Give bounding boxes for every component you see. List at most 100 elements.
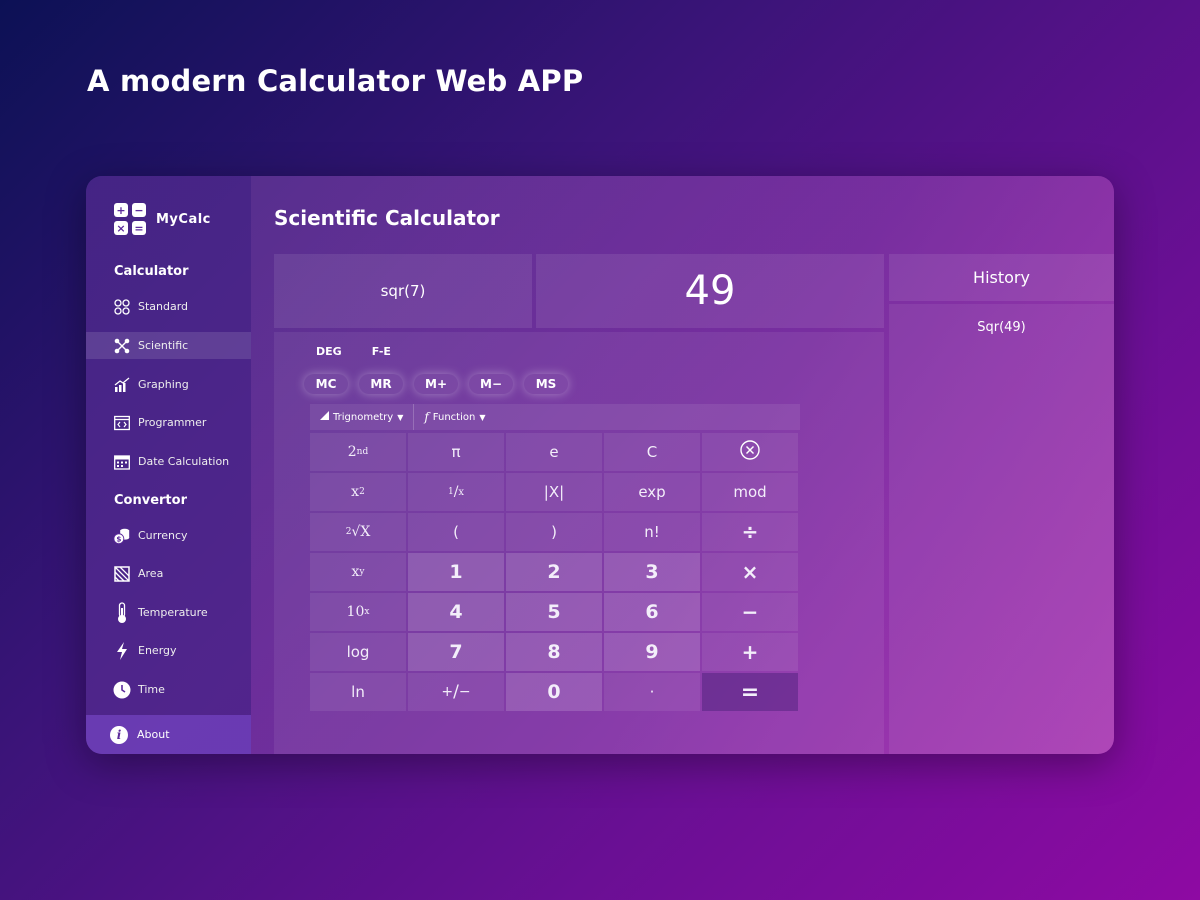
clock-icon xyxy=(113,681,131,699)
mod-key[interactable]: mod xyxy=(702,473,798,511)
keypad-panel: DEG F-E MC MR M+ M− MS Trignometry ▼ f F… xyxy=(274,332,884,754)
brand-name: MyCalc xyxy=(156,211,211,227)
sidebar-item-date-calculation[interactable]: Date Calculation xyxy=(86,448,251,475)
sqrt-key[interactable]: 2 √X xyxy=(310,513,406,551)
exp-key[interactable]: exp xyxy=(604,473,700,511)
calculator-heading: Calculator xyxy=(114,264,189,279)
multiply-key[interactable]: × xyxy=(702,553,798,591)
sidebar-item-scientific[interactable]: Scientific xyxy=(86,332,251,359)
sidebar-item-temperature[interactable]: Temperature xyxy=(86,599,251,626)
sidebar-item-label: Currency xyxy=(138,529,188,542)
close-paren-key[interactable]: ) xyxy=(506,513,602,551)
sidebar-item-about[interactable]: i About xyxy=(86,715,251,754)
area-icon xyxy=(113,565,131,583)
brand[interactable]: + − × = MyCalc xyxy=(114,203,211,235)
calculator-app: + − × = MyCalc Calculator Standard Scien… xyxy=(86,176,1114,754)
function-dropdown[interactable]: f Function ▼ xyxy=(413,404,495,430)
digit-4-key[interactable]: 4 xyxy=(408,593,504,631)
deg-toggle[interactable]: DEG xyxy=(316,345,342,358)
scientific-icon xyxy=(113,337,131,355)
trignometry-label: Trignometry xyxy=(333,411,394,423)
ten-power-key[interactable]: 10 x xyxy=(310,593,406,631)
mycalc-logo-icon: + − × = xyxy=(114,203,146,235)
standard-icon xyxy=(113,298,131,316)
m-minus-button[interactable]: M− xyxy=(469,374,513,394)
calculator-title: Scientific Calculator xyxy=(274,206,500,230)
plus-key[interactable]: + xyxy=(702,633,798,671)
fe-toggle[interactable]: F-E xyxy=(372,345,391,358)
equals-key[interactable]: = xyxy=(702,673,798,711)
sidebar-item-graphing[interactable]: Graphing xyxy=(86,371,251,398)
sidebar-item-label: About xyxy=(137,728,170,741)
convertor-heading: Convertor xyxy=(114,493,187,508)
graphing-icon xyxy=(113,376,131,394)
digit-6-key[interactable]: 6 xyxy=(604,593,700,631)
function-bar: Trignometry ▼ f Function ▼ xyxy=(310,404,800,430)
ms-button[interactable]: MS xyxy=(524,374,568,394)
sidebar-item-label: Scientific xyxy=(138,339,189,352)
page-title: A modern Calculator Web APP xyxy=(87,64,584,98)
sidebar-item-label: Graphing xyxy=(138,378,189,391)
lightning-icon xyxy=(113,641,131,660)
logo-plus: + xyxy=(114,203,128,217)
sidebar-item-label: Area xyxy=(138,567,164,580)
sidebar-item-label: Standard xyxy=(138,300,189,313)
backspace-icon xyxy=(740,440,760,464)
ln-key[interactable]: ln xyxy=(310,673,406,711)
digit-2-key[interactable]: 2 xyxy=(506,553,602,591)
reciprocal-key[interactable]: 1/x xyxy=(408,473,504,511)
logo-equals: = xyxy=(132,221,146,235)
mr-button[interactable]: MR xyxy=(359,374,403,394)
pi-key[interactable]: π xyxy=(408,433,504,471)
mc-button[interactable]: MC xyxy=(304,374,348,394)
result-display: 49 xyxy=(536,254,884,328)
digit-0-key[interactable]: 0 xyxy=(506,673,602,711)
chevron-down-icon: ▼ xyxy=(479,412,486,422)
triangle-icon xyxy=(320,411,329,423)
sidebar-item-time[interactable]: Time xyxy=(86,676,251,703)
m-plus-button[interactable]: M+ xyxy=(414,374,458,394)
decimal-key[interactable]: · xyxy=(604,673,700,711)
mode-row: DEG F-E xyxy=(316,345,391,358)
logo-times: × xyxy=(114,221,128,235)
keypad: 2nd π e C x2 1/x |X| exp mod 2 √X ( ) n! … xyxy=(310,433,800,711)
digit-8-key[interactable]: 8 xyxy=(506,633,602,671)
logo-minus: − xyxy=(132,203,146,217)
programmer-icon xyxy=(113,414,131,432)
expression-display: sqr(7) xyxy=(274,254,532,328)
digit-9-key[interactable]: 9 xyxy=(604,633,700,671)
chevron-down-icon: ▼ xyxy=(397,412,404,422)
sidebar-item-area[interactable]: Area xyxy=(86,560,251,587)
currency-icon: $ xyxy=(113,527,131,545)
digit-1-key[interactable]: 1 xyxy=(408,553,504,591)
backspace-key[interactable] xyxy=(702,433,798,471)
e-key[interactable]: e xyxy=(506,433,602,471)
sidebar-item-standard[interactable]: Standard xyxy=(86,293,251,320)
square-key[interactable]: x2 xyxy=(310,473,406,511)
trignometry-dropdown[interactable]: Trignometry ▼ xyxy=(310,404,413,430)
log-key[interactable]: log xyxy=(310,633,406,671)
digit-3-key[interactable]: 3 xyxy=(604,553,700,591)
history-title: History xyxy=(889,254,1114,301)
memory-row: MC MR M+ M− MS xyxy=(304,374,568,394)
digit-7-key[interactable]: 7 xyxy=(408,633,504,671)
calendar-icon xyxy=(113,453,131,471)
clear-key[interactable]: C xyxy=(604,433,700,471)
sidebar-item-programmer[interactable]: Programmer xyxy=(86,409,251,436)
factorial-key[interactable]: n! xyxy=(604,513,700,551)
digit-5-key[interactable]: 5 xyxy=(506,593,602,631)
divide-key[interactable]: ÷ xyxy=(702,513,798,551)
open-paren-key[interactable]: ( xyxy=(408,513,504,551)
sidebar-item-currency[interactable]: $ Currency xyxy=(86,522,251,549)
power-key[interactable]: xy xyxy=(310,553,406,591)
second-key[interactable]: 2nd xyxy=(310,433,406,471)
info-icon: i xyxy=(110,725,128,744)
negate-key[interactable]: + / − xyxy=(408,673,504,711)
function-label: Function xyxy=(432,411,476,423)
abs-key[interactable]: |X| xyxy=(506,473,602,511)
sidebar-item-label: Energy xyxy=(138,644,177,657)
history-item[interactable]: Sqr(49) xyxy=(889,320,1114,335)
minus-key[interactable]: − xyxy=(702,593,798,631)
sidebar-item-energy[interactable]: Energy xyxy=(86,637,251,664)
sidebar-item-label: Date Calculation xyxy=(138,455,230,468)
